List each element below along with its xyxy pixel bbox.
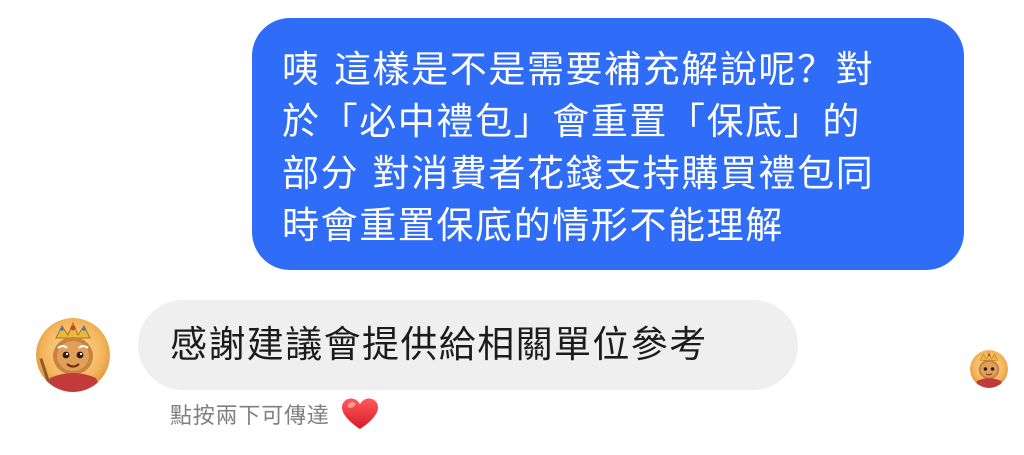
sent-message-line: 於「必中禮包」會重置「保底」的: [282, 100, 861, 143]
double-tap-hint: 點按兩下可傳達: [170, 396, 380, 432]
received-message-bubble[interactable]: 感謝建議會提供給相關單位參考: [138, 300, 798, 390]
sent-message-line: 時會重置保底的情形不能理解: [282, 204, 784, 247]
received-message-text: 感謝建議會提供給相關單位參考: [170, 323, 708, 366]
cookie-character-avatar-icon: [36, 318, 110, 392]
sent-message-bubble[interactable]: 咦 這樣是不是需要補充解說呢？對 於「必中禮包」會重置「保底」的 部分 對消費者…: [252, 18, 964, 270]
sent-message-line: 咦 這樣是不是需要補充解說呢？對: [282, 48, 875, 91]
read-receipt-avatar-icon: [970, 350, 1008, 388]
double-tap-hint-text: 點按兩下可傳達: [170, 404, 330, 429]
cookie-character-avatar-icon: [970, 350, 1008, 388]
heart-icon[interactable]: [340, 397, 380, 431]
sent-message-line: 部分 對消費者花錢支持購買禮包同: [282, 152, 875, 195]
sender-avatar-icon[interactable]: [36, 318, 110, 392]
